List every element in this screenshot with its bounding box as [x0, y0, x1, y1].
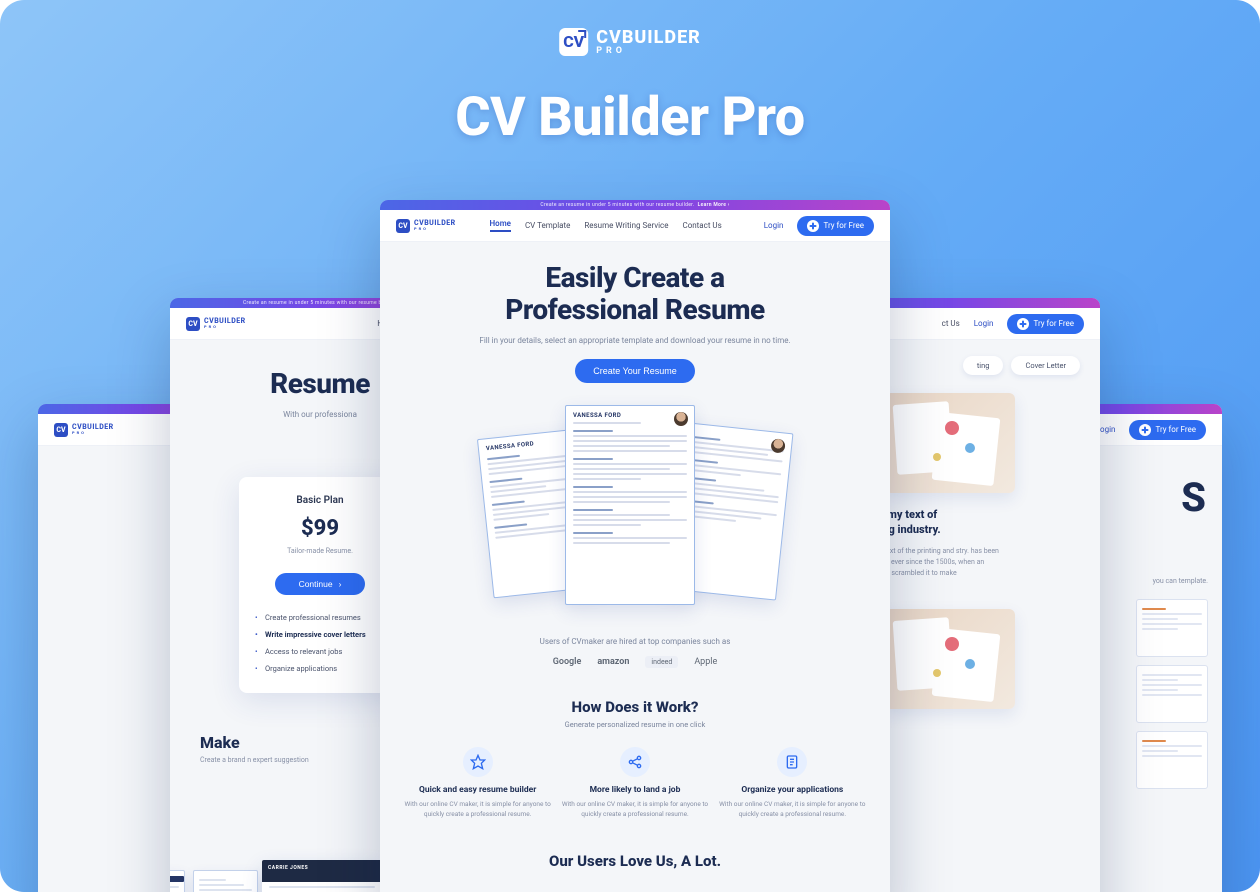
logo-text: CVBUILDER PRO: [596, 29, 701, 56]
promo-ribbon: Create an resume in under 5 minutes with…: [380, 200, 890, 210]
plan-price: $99: [255, 516, 385, 541]
resume-thumbs: [170, 870, 258, 892]
avatar-icon: [674, 412, 688, 426]
plus-icon: [1017, 318, 1029, 330]
resume-stack: VANESSA FORD VANESSA FORD: [485, 405, 785, 615]
plan-feature: Organize applications: [255, 660, 385, 677]
ribbon-text: Create an resume in under 5 minutes with…: [380, 200, 890, 210]
nav-home[interactable]: Home: [490, 219, 511, 232]
logo-main: CVBUILDER: [596, 29, 701, 47]
feature: Quick and easy resume builder With our o…: [404, 747, 551, 820]
article-image: [885, 609, 1015, 709]
landing-card: Create an resume in under 5 minutes with…: [380, 200, 890, 892]
features-row: Quick and easy resume builder With our o…: [404, 747, 866, 820]
indeed-logo: indeed: [645, 656, 678, 668]
resume-name: VANESSA FORD: [573, 412, 687, 419]
feature-desc: With our online CV maker, it is simple f…: [404, 800, 551, 820]
pricing-plan: Basic Plan $99 Tailor-made Resume. Conti…: [239, 477, 401, 693]
plan-feature: Access to relevant jobs: [255, 643, 385, 660]
doc-icon: [777, 747, 807, 777]
plan-features: Create professional resumes Write impres…: [255, 609, 385, 677]
brand: CV CVBUILDERPRO: [186, 317, 246, 331]
navbar: CV CVBUILDERPRO Home CV Template Resume …: [380, 210, 890, 242]
hero-title: CV Builder Pro: [455, 86, 804, 149]
company-logos: Google amazon indeed Apple: [404, 656, 866, 668]
brand-sub: PRO: [72, 431, 114, 435]
brand-mark-icon: CV: [54, 423, 68, 437]
brand[interactable]: CV CVBUILDERPRO: [396, 219, 456, 233]
feature: More likely to land a job With our onlin…: [561, 747, 708, 820]
feature: Organize your applications With our onli…: [719, 747, 866, 820]
plus-icon: [1139, 424, 1151, 436]
resume-thumb: [193, 870, 258, 892]
feature-desc: With our online CV maker, it is simple f…: [561, 800, 708, 820]
chip[interactable]: Cover Letter: [1011, 356, 1080, 375]
brand-mark-icon: CV: [396, 219, 410, 233]
apple-logo: Apple: [694, 657, 717, 667]
template-thumb: [1136, 665, 1208, 723]
cta-label: Try for Free: [1155, 425, 1196, 434]
nav-item[interactable]: ct Us: [942, 319, 960, 328]
users-love-title: Our Users Love Us, A Lot.: [404, 852, 866, 870]
how-subtitle: Generate personalized resume in one clic…: [404, 720, 866, 729]
plan-desc: Tailor-made Resume.: [255, 547, 385, 555]
resume-name: CARRIE JONES: [268, 865, 376, 871]
cta-label: Try for Free: [1033, 319, 1074, 328]
chevron-right-icon: ›: [339, 579, 342, 589]
plan-cta-label: Continue: [299, 579, 333, 589]
hero-logo: CV CVBUILDER PRO: [559, 28, 701, 56]
create-resume-button[interactable]: Create Your Resume: [575, 359, 695, 383]
nav-cv-template[interactable]: CV Template: [525, 221, 570, 230]
resume-preview: VANESSA FORD: [565, 405, 695, 605]
google-logo: Google: [553, 657, 582, 667]
main-subtitle: Fill in your details, select an appropri…: [404, 336, 866, 345]
plan-name: Basic Plan: [255, 495, 385, 506]
article-image: [885, 393, 1015, 493]
dark-resume-preview: CARRIE JONES: [262, 860, 382, 892]
amazon-logo: amazon: [597, 657, 629, 667]
plus-icon: [807, 220, 819, 232]
nav-login[interactable]: Login: [974, 319, 994, 328]
nav-try-free-button[interactable]: Try for Free: [797, 216, 874, 236]
plan-feature: Create professional resumes: [255, 609, 385, 626]
showcase-canvas: CV CVBUILDER PRO CV Builder Pro CV CVBUI…: [0, 0, 1260, 892]
plan-feature: Write impressive cover letters: [255, 626, 385, 643]
nav-try-free-button[interactable]: Try for Free: [1007, 314, 1084, 334]
brand-sub: PRO: [204, 325, 246, 329]
chip[interactable]: ting: [963, 356, 1004, 375]
template-thumb: [1136, 731, 1208, 789]
resume-thumb: [170, 870, 185, 892]
nav-contact[interactable]: Contact Us: [682, 221, 721, 230]
companies-caption: Users of CVmaker are hired at top compan…: [404, 637, 866, 646]
nav-try-free-button[interactable]: Try for Free: [1129, 420, 1206, 440]
feature-title: Organize your applications: [719, 785, 866, 795]
nav-resume-writing[interactable]: Resume Writing Service: [584, 221, 668, 230]
share-icon: [620, 747, 650, 777]
feature-desc: With our online CV maker, it is simple f…: [719, 800, 866, 820]
logo-sub: PRO: [596, 47, 701, 56]
how-title: How Does it Work?: [404, 698, 866, 716]
brand: CV CVBUILDERPRO: [54, 423, 114, 437]
cta-label: Try for Free: [823, 221, 864, 230]
star-icon: [463, 747, 493, 777]
plan-continue-button[interactable]: Continue ›: [275, 573, 366, 595]
brand-mark-icon: CV: [186, 317, 200, 331]
brand-sub: PRO: [414, 227, 456, 231]
ribbon-link[interactable]: Learn More ›: [698, 202, 730, 208]
nav-login[interactable]: Login: [764, 221, 784, 230]
feature-title: More likely to land a job: [561, 785, 708, 795]
template-thumb: [1136, 599, 1208, 657]
feature-title: Quick and easy resume builder: [404, 785, 551, 795]
logo-badge: CV: [559, 28, 588, 56]
main-heading: Easily Create a Professional Resume: [404, 262, 866, 326]
